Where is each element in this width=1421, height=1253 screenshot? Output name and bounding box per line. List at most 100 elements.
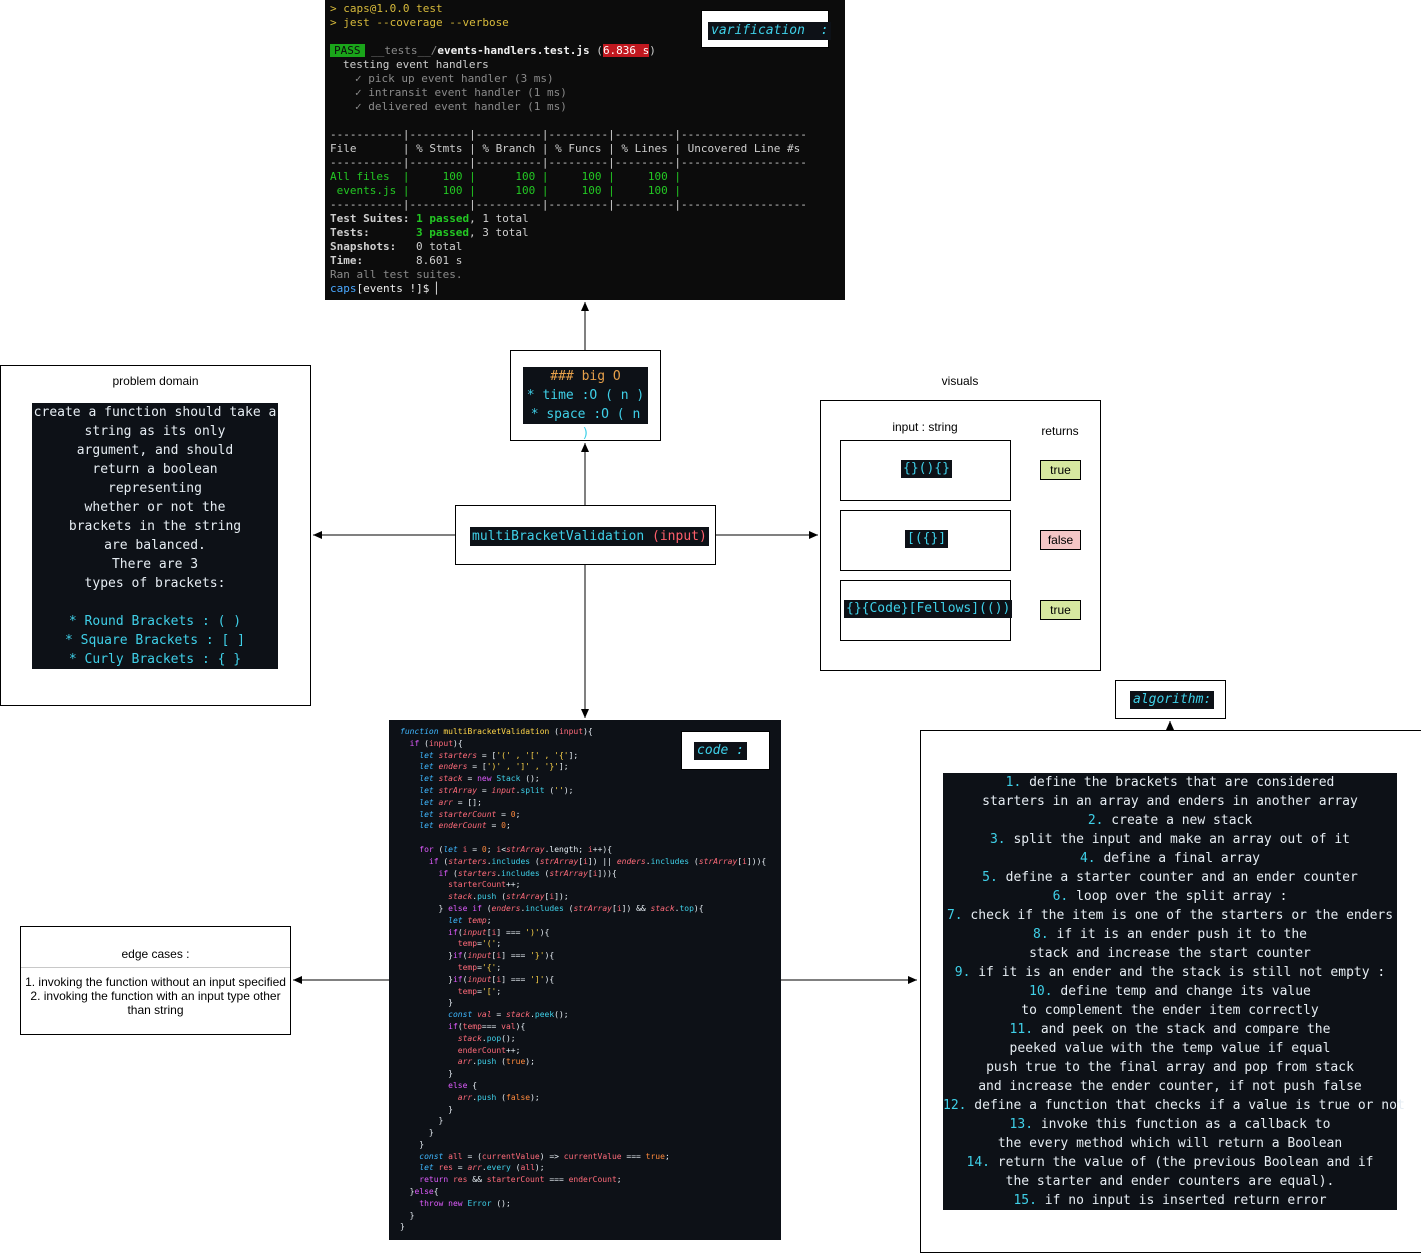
algorithm-step: 9. if it is an ender and the stack is st… <box>943 963 1397 982</box>
algorithm-step: and increase the ender counter, if not p… <box>943 1077 1397 1096</box>
step-text: define a function that checks if a value… <box>966 1098 1405 1113</box>
algorithm-step: starters in an array and enders in anoth… <box>943 792 1397 811</box>
summary-time: Time: 8.601 s <box>330 254 463 267</box>
code-line: } <box>400 1116 444 1126</box>
problem-line: brackets in the string <box>68 519 242 534</box>
example-input: [({}] <box>905 530 949 548</box>
example-result: true <box>1040 460 1081 480</box>
terminal-cmd1: > caps@1.0.0 test <box>330 2 443 15</box>
step-text: check if the item is one of the starters… <box>962 908 1394 923</box>
test-result: ✓ intransit event handler (1 ms) <box>355 86 567 99</box>
function-node: multiBracketValidation (input) <box>455 505 716 565</box>
algorithm-step: the every method which will return a Boo… <box>943 1134 1397 1153</box>
bracket-type: * Square Brackets : [ ] <box>64 633 245 648</box>
algorithm-step: 10. define temp and change its value <box>943 982 1397 1001</box>
step-number: 8. <box>1033 927 1049 942</box>
algorithm-step: 6. loop over the split array : <box>943 887 1397 906</box>
step-number: 1. <box>1005 775 1022 790</box>
step-number: 6. <box>1052 889 1069 904</box>
edge-cases-title: edge cases : <box>121 947 190 961</box>
table-row-events: events.js | 100 | 100 | 100 | 100 | <box>330 184 681 197</box>
algorithm-step: 7. check if the item is one of the start… <box>943 906 1397 925</box>
problem-domain-title: problem domain <box>112 374 199 388</box>
code-line: } <box>400 1104 453 1114</box>
suite-name: testing event handlers <box>343 58 489 71</box>
code-line: const all = (currentValue) => currentVal… <box>419 1151 670 1161</box>
code-line: } <box>400 1222 405 1232</box>
problem-line: are balanced. <box>104 538 206 553</box>
step-text: return the value of (the previous Boolea… <box>989 1155 1374 1170</box>
step-number: 3. <box>989 832 1006 847</box>
code-line: let enderCount = 0; <box>419 821 511 831</box>
function-name: multiBracketValidation <box>472 529 645 544</box>
step-text: to complement the ender item correctly <box>1021 1003 1319 1018</box>
problem-line: There are 3 <box>111 557 199 572</box>
step-text: the starter and ender counters are equal… <box>1005 1174 1335 1189</box>
step-number: 12. <box>943 1098 967 1113</box>
example-result: true <box>1040 600 1081 620</box>
test-result: ✓ pick up event handler (3 ms) <box>355 72 554 85</box>
code-line: } <box>400 1210 415 1220</box>
code-line: for (let i = 0; i<strArray.length; i++){ <box>419 844 613 854</box>
step-text: invoke this function as a callback to <box>1033 1117 1331 1132</box>
code-line: }if(input[i] === '}'){ <box>400 951 555 961</box>
step-number: 11. <box>1009 1022 1034 1037</box>
bracket-type: * Curly Brackets : { } <box>68 652 242 667</box>
ran-all: Ran all test suites. <box>330 268 463 281</box>
problem-line: return a boolean <box>92 462 218 477</box>
function-param: (input) <box>652 529 707 544</box>
code-line: let stack = new Stack (); <box>419 774 540 784</box>
edge-case-item: 2. invoking the function with an input t… <box>30 989 281 1003</box>
code-line: let starterCount = 0; <box>419 809 521 819</box>
code-line: arr.push (false); <box>457 1092 540 1102</box>
code-line: const val = stack.peek(); <box>448 1010 569 1020</box>
shell-prompt: caps[events !]$ ▏ <box>330 282 443 295</box>
example-input-box: {}{Code}[Fellows](()) <box>840 580 1013 641</box>
visuals-title: visuals <box>941 374 979 388</box>
table-rule: -----------|---------|----------|-------… <box>330 156 807 169</box>
code-line: }if(input[i] === ']'){ <box>400 974 555 984</box>
table-rule: -----------|---------|----------|-------… <box>330 128 807 141</box>
terminal-pass-line: PASS __tests__/events-handlers.test.js (… <box>330 44 656 58</box>
algorithm-step: 11. and peek on the stack and compare th… <box>943 1020 1397 1039</box>
algorithm-step: to complement the ender item correctly <box>943 1001 1397 1020</box>
code-line: arr.push (true); <box>457 1057 535 1067</box>
test-file: events-handlers.test.js <box>437 44 590 57</box>
algorithm-step: 8. if it is an ender push it to the <box>943 925 1397 944</box>
code-line: return res && starterCount === enderCoun… <box>419 1175 622 1185</box>
summary-snapshots: Snapshots: 0 total <box>330 240 463 253</box>
step-text: the every method which will return a Boo… <box>997 1136 1343 1151</box>
edge-case-item: than string <box>127 1003 184 1017</box>
code-line: enderCount++; <box>457 1045 521 1055</box>
step-text: if it is an ender and the stack is still… <box>970 965 1386 980</box>
returns-title: returns <box>1041 424 1079 438</box>
code-line: } <box>400 1139 425 1149</box>
algorithm-step: 2. create a new stack <box>943 811 1397 830</box>
code-line: stack.push (strArray[i]); <box>448 892 569 902</box>
example-input-box: {}(){} <box>840 440 1011 501</box>
code-block: function multiBracketValidation (input){… <box>389 720 781 1240</box>
example-input: {}(){} <box>901 460 952 478</box>
divider <box>21 967 290 968</box>
code-line: let res = arr.every (all); <box>419 1163 545 1173</box>
code-line: let arr = []; <box>419 797 482 807</box>
test-result: ✓ delivered event handler (1 ms) <box>355 100 567 113</box>
step-number: 9. <box>954 965 971 980</box>
step-number: 10. <box>1029 984 1053 999</box>
code-text: function multiBracketValidation (input){… <box>400 726 766 1233</box>
algorithm-step: 15. if no input is inserted return error <box>943 1191 1397 1210</box>
code-line: } else if (enders.includes (strArray[i])… <box>400 903 704 913</box>
step-text: stack and increase the start counter <box>1029 946 1311 961</box>
step-number: 2. <box>1087 813 1104 828</box>
big-o-time: * time :O ( n ) <box>526 388 645 403</box>
problem-line: create a function should take a <box>33 405 277 420</box>
algorithm-step: 5. define a starter counter and an ender… <box>943 868 1397 887</box>
code-label: code : <box>681 731 770 770</box>
big-o-box: ### big O * time :O ( n ) * space :O ( n… <box>510 350 661 441</box>
step-number: 15. <box>1013 1193 1037 1208</box>
code-line: if(input[i] === ')'){ <box>448 927 550 937</box>
step-text: create a new stack <box>1103 813 1253 828</box>
algorithm-step: 4. define a final array <box>943 849 1397 868</box>
algorithm-step: 1. define the brackets that are consider… <box>943 773 1397 792</box>
